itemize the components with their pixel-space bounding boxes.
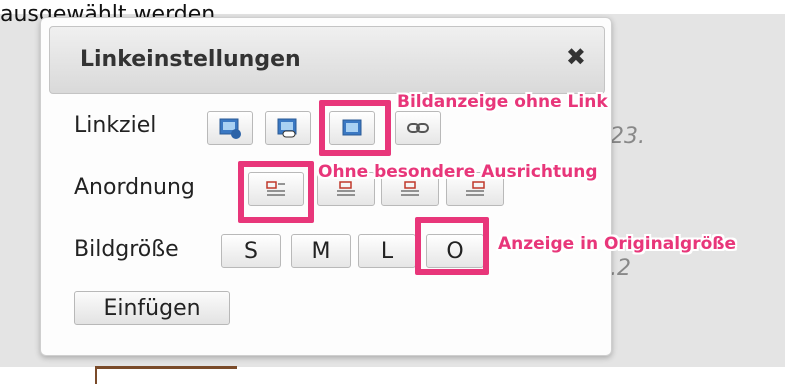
- size-l-button[interactable]: L: [358, 234, 416, 268]
- anordnung-label: Anordnung: [74, 175, 195, 200]
- align-center-icon: [401, 181, 419, 196]
- linkziel-link-button[interactable]: [395, 111, 441, 145]
- image-link-icon: [219, 118, 241, 139]
- link-chain-icon: [407, 123, 429, 133]
- linkziel-label: Linkziel: [74, 113, 157, 138]
- highlight-box-linkziel: [319, 100, 391, 156]
- size-m-button[interactable]: M: [291, 234, 351, 268]
- annotation-linkziel: Bildanzeige ohne Link: [397, 92, 608, 112]
- close-icon[interactable]: ✖: [566, 43, 586, 71]
- dialog-header: Linkeinstellungen ✖: [49, 26, 605, 94]
- annotation-bildgroesse: Anzeige in Originalgröße: [498, 234, 737, 254]
- dialog-title: Linkeinstellungen: [80, 47, 301, 72]
- highlight-box-anordnung: [238, 161, 314, 223]
- align-left-icon: [337, 181, 355, 196]
- link-settings-dialog: Linkeinstellungen ✖ Linkziel Anordnung B…: [40, 17, 612, 356]
- bildgroesse-label: Bildgröße: [74, 237, 179, 262]
- linkziel-image-link-button[interactable]: [207, 111, 253, 145]
- size-s-button[interactable]: S: [221, 234, 281, 268]
- background-illustration: [95, 366, 237, 384]
- background-digits: 23.: [610, 124, 645, 149]
- highlight-box-bildgroesse: [415, 217, 489, 275]
- align-right-icon: [466, 181, 485, 196]
- insert-button[interactable]: Einfügen: [74, 291, 230, 325]
- annotation-anordnung: Ohne besondere Ausrichtung: [318, 162, 598, 182]
- background-digits: .2: [610, 256, 631, 281]
- linkziel-image-link-chain-button[interactable]: [265, 111, 311, 145]
- image-link-chain-icon: [277, 118, 297, 138]
